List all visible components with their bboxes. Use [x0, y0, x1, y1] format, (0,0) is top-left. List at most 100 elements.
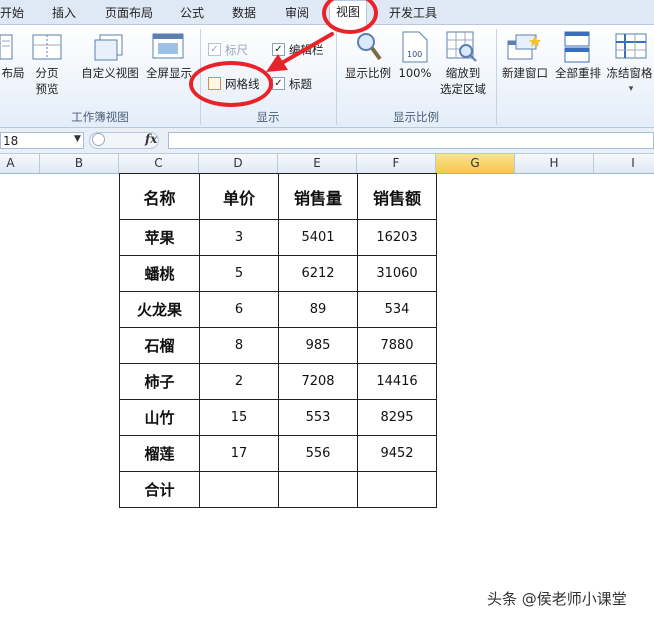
column-header-i[interactable]: I: [594, 154, 654, 173]
table-row: 蟠桃 5 6212 31060: [119, 255, 437, 292]
table-row: 柿子 2 7208 14416: [119, 363, 437, 400]
page-break-preview-icon: [32, 34, 62, 60]
svg-text:100: 100: [407, 50, 422, 59]
tab-insert[interactable]: 插入: [52, 4, 76, 21]
zoom-100-icon: 100: [402, 31, 428, 63]
total-amount-cell[interactable]: [357, 471, 437, 508]
table-row: 苹果 3 5401 16203: [119, 219, 437, 256]
headings-checkbox[interactable]: ✓: [272, 77, 285, 90]
quantity-cell[interactable]: 556: [278, 435, 358, 472]
column-header-d[interactable]: D: [199, 154, 278, 173]
splitter-knob-icon: [92, 133, 105, 146]
sales-table: 名称 单价 销售量 销售额 苹果 3 5401 16203 蟠桃 5 6212 …: [119, 173, 437, 508]
column-header-e[interactable]: E: [278, 154, 357, 173]
amount-cell[interactable]: 8295: [357, 399, 437, 436]
total-price-cell[interactable]: [199, 471, 279, 508]
name-box[interactable]: 18: [0, 132, 84, 149]
tab-formulas[interactable]: 公式: [180, 4, 204, 21]
full-screen-icon: [152, 33, 184, 59]
amount-cell[interactable]: 14416: [357, 363, 437, 400]
price-cell[interactable]: 3: [199, 219, 279, 256]
ruler-checkbox[interactable]: ✓: [208, 43, 221, 56]
zoom-group-label: 显示比例: [393, 110, 439, 124]
zoom-to-selection-button[interactable]: 缩放到 选定区域: [436, 65, 490, 97]
table-row: 石榴 8 985 7880: [119, 327, 437, 364]
table-row: 山竹 15 553 8295: [119, 399, 437, 436]
column-header-h[interactable]: H: [515, 154, 594, 173]
quantity-cell[interactable]: 5401: [278, 219, 358, 256]
name-cell[interactable]: 蟠桃: [119, 255, 200, 292]
amount-cell[interactable]: 534: [357, 291, 437, 328]
header-cell[interactable]: 销售量: [278, 173, 358, 220]
price-cell[interactable]: 8: [199, 327, 279, 364]
table-row: 火龙果 6 89 534: [119, 291, 437, 328]
header-cell[interactable]: 单价: [199, 173, 279, 220]
red-arrow-icon: [266, 32, 334, 72]
quantity-cell[interactable]: 6212: [278, 255, 358, 292]
page-break-preview-button[interactable]: 分页 预览: [30, 65, 64, 97]
page-layout-view-button[interactable]: 布局: [0, 65, 26, 81]
show-group-label: 显示: [256, 110, 280, 124]
header-cell[interactable]: 销售额: [357, 173, 437, 220]
amount-cell[interactable]: 31060: [357, 255, 437, 292]
headings-label: 标题: [289, 77, 312, 91]
zoom-magnifier-icon: [357, 33, 382, 61]
name-cell[interactable]: 榴莲: [119, 435, 200, 472]
column-header-f[interactable]: F: [357, 154, 436, 173]
quantity-cell[interactable]: 89: [278, 291, 358, 328]
page-layout-view-icon: [0, 34, 13, 60]
quantity-cell[interactable]: 985: [278, 327, 358, 364]
name-cell[interactable]: 柿子: [119, 363, 200, 400]
zoom-to-selection-icon: [446, 31, 477, 62]
group-divider: [496, 29, 497, 125]
amount-cell[interactable]: 7880: [357, 327, 437, 364]
column-header-c[interactable]: C: [119, 154, 199, 173]
name-cell[interactable]: 石榴: [119, 327, 200, 364]
price-cell[interactable]: 17: [199, 435, 279, 472]
formula-input[interactable]: [168, 132, 654, 149]
tab-review[interactable]: 审阅: [285, 4, 309, 21]
amount-cell[interactable]: 16203: [357, 219, 437, 256]
name-cell[interactable]: 火龙果: [119, 291, 200, 328]
column-header-g[interactable]: G: [436, 154, 515, 173]
insert-function-icon[interactable]: fx: [145, 132, 157, 146]
amount-cell[interactable]: 9452: [357, 435, 437, 472]
total-label-cell[interactable]: 合计: [119, 471, 200, 508]
tab-home[interactable]: 开始: [0, 4, 24, 21]
quantity-cell[interactable]: 7208: [278, 363, 358, 400]
price-cell[interactable]: 15: [199, 399, 279, 436]
quantity-cell[interactable]: 553: [278, 399, 358, 436]
zoom-100-button[interactable]: 100%: [396, 65, 434, 81]
column-header-a[interactable]: A: [0, 154, 40, 173]
name-cell[interactable]: 山竹: [119, 399, 200, 436]
header-cell[interactable]: 名称: [119, 173, 200, 220]
ruler-label: 标尺: [225, 43, 248, 57]
total-quantity-cell[interactable]: [278, 471, 358, 508]
zoom-button[interactable]: 显示比例: [340, 65, 396, 81]
new-window-button[interactable]: 新建窗口: [498, 65, 552, 81]
column-header-row: A B C D E F G H I: [0, 154, 654, 174]
watermark: 头条 @侯老师小课堂: [487, 590, 627, 608]
freeze-panes-icon: [615, 33, 647, 59]
name-cell[interactable]: 苹果: [119, 219, 200, 256]
column-header-b[interactable]: B: [40, 154, 119, 173]
price-cell[interactable]: 5: [199, 255, 279, 292]
full-screen-button[interactable]: 全屏显示: [143, 65, 195, 81]
new-window-icon: [507, 34, 541, 60]
table-row: 榴莲 17 556 9452: [119, 435, 437, 472]
freeze-panes-dropdown-icon[interactable]: ▾: [624, 81, 638, 97]
custom-views-button[interactable]: 自定义视图: [80, 65, 140, 81]
price-cell[interactable]: 2: [199, 363, 279, 400]
table-header-row: 名称 单价 销售量 销售额: [119, 173, 437, 220]
tab-data[interactable]: 数据: [232, 4, 256, 21]
tab-page-layout[interactable]: 页面布局: [105, 4, 153, 21]
tab-developer[interactable]: 开发工具: [389, 4, 437, 21]
arrange-all-button[interactable]: 全部重排: [552, 65, 604, 81]
freeze-panes-button[interactable]: 冻结窗格: [605, 65, 654, 81]
table-total-row: 合计: [119, 471, 437, 508]
custom-views-icon: [94, 34, 123, 61]
workbook-views-group-label: 工作簿视图: [71, 110, 129, 124]
price-cell[interactable]: 6: [199, 291, 279, 328]
arrange-all-icon: [564, 31, 590, 63]
name-box-dropdown-icon[interactable]: ▼: [74, 134, 81, 144]
